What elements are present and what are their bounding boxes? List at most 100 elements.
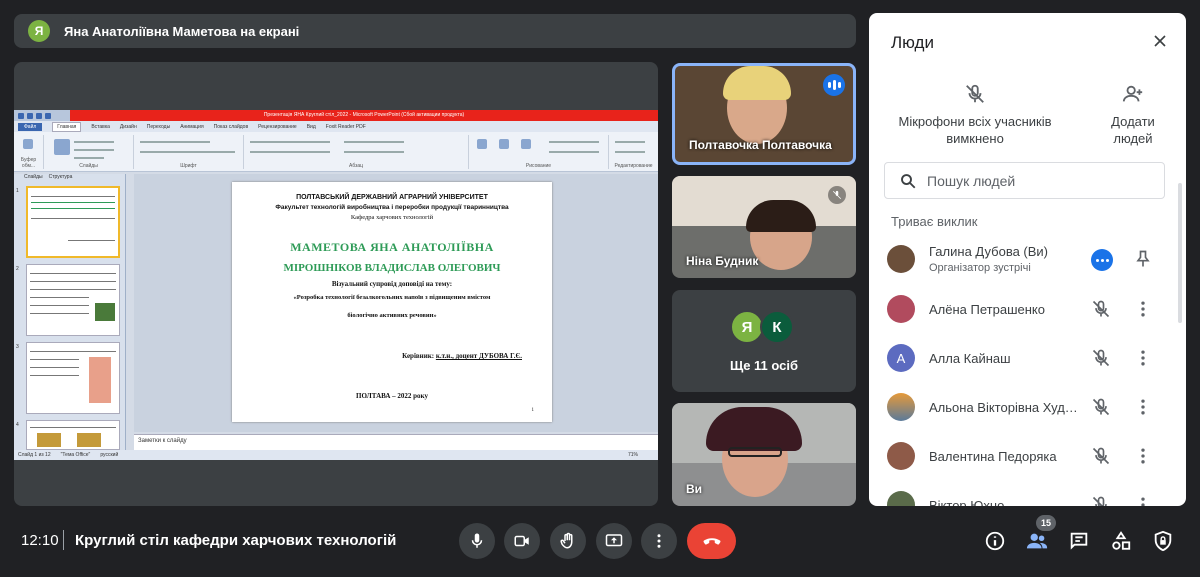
avatar <box>887 491 915 506</box>
more-options-icon[interactable] <box>1133 348 1153 373</box>
bottom-bar: 12:10 Круглий стіл кафедри харчових техн… <box>0 510 1200 577</box>
participant-name: Ніна Будник <box>686 254 759 268</box>
activities-button[interactable] <box>1108 528 1134 554</box>
ppt-status-bar: Слайд 1 из 12 "Тема Office" русский 71% <box>14 450 658 460</box>
presenter-banner: Я Яна Анатоліївна Маметова на екрані <box>14 14 856 48</box>
slide-canvas: ПОЛТАВСЬКИЙ ДЕРЖАВНИЙ АГРАРНИЙ УНІВЕРСИТ… <box>134 174 658 432</box>
more-participants-tile[interactable]: Я К Ще 11 осіб <box>672 290 856 392</box>
ppt-ribbon: Буфер обм... Слайды Шрифт Абзац Рисовани… <box>14 132 658 172</box>
slide-author-2: МІРОШНІКОВ ВЛАДИСЛАВ ОЛЕГОВИЧ <box>283 262 501 274</box>
chat-button[interactable] <box>1066 528 1092 554</box>
meeting-details-button[interactable] <box>982 528 1008 554</box>
more-options-icon[interactable] <box>1133 397 1153 422</box>
participant-tile[interactable]: Ніна Будник <box>672 176 856 278</box>
participant-row[interactable]: Галина Дубова (Ви) Організатор зустрічі <box>869 235 1186 283</box>
leave-call-button[interactable] <box>687 523 736 559</box>
participant-row[interactable]: Валентина Педоряка <box>869 432 1186 480</box>
close-icon[interactable] <box>1150 31 1170 51</box>
speaking-indicator-icon <box>823 74 845 96</box>
presenter-avatar: Я <box>28 20 50 42</box>
ppt-tab: Главная <box>52 121 82 132</box>
avatar <box>887 442 915 470</box>
ppt-tab: Вид <box>306 123 316 130</box>
clock: 12:10 <box>21 532 59 549</box>
ppt-titlebar: Презентація ЯНА Круглий стіл_2022 - Micr… <box>14 110 658 121</box>
people-panel: Люди Мікрофони всіх учасників вимкнено Д… <box>869 13 1186 506</box>
mic-off-icon <box>828 186 846 204</box>
ppt-tab: Дизайн <box>119 123 137 130</box>
section-label: Триває виклик <box>891 214 978 229</box>
ppt-tab: Foxit Reader PDF <box>325 123 366 130</box>
slide-faculty: Факультет технологій виробництва і перер… <box>275 204 509 211</box>
info-icon <box>985 531 1005 551</box>
mute-all-button[interactable]: Мікрофони всіх учасників вимкнено <box>897 83 1053 147</box>
participant-name: Полтавочка Полтавочка <box>689 138 832 152</box>
ppt-tab: Рецензирование <box>258 123 297 130</box>
mic-off-icon <box>966 84 984 103</box>
ppt-tab: Анимация <box>180 123 204 130</box>
chat-icon <box>1070 532 1088 550</box>
powerpoint-window: Презентація ЯНА Круглий стіл_2022 - Micr… <box>14 110 658 460</box>
camera-button[interactable] <box>504 523 540 559</box>
participant-row[interactable]: Алёна Петрашенко <box>869 285 1186 333</box>
panel-scrollbar[interactable] <box>1178 183 1182 323</box>
slide-page-number: 1 <box>531 408 535 413</box>
presentation-stage[interactable]: Презентація ЯНА Круглий стіл_2022 - Micr… <box>14 62 658 506</box>
mic-off-icon <box>1091 495 1111 506</box>
presenter-banner-text: Яна Анатоліївна Маметова на екрані <box>64 23 300 39</box>
more-options-button[interactable] <box>641 523 677 559</box>
people-button[interactable] <box>1024 528 1050 554</box>
ppt-window-title: Презентація ЯНА Круглий стіл_2022 - Micr… <box>70 110 658 121</box>
host-controls-button[interactable] <box>1150 528 1176 554</box>
search-input[interactable]: Пошук людей <box>884 162 1165 199</box>
participant-row[interactable]: Віктор Юхно <box>869 481 1186 506</box>
slide-topic-1: «Розробка технології безалкогольних напо… <box>293 294 491 301</box>
people-count-badge: 15 <box>1036 515 1056 531</box>
camera-icon <box>514 535 529 547</box>
ppt-tab: Файл <box>18 122 43 131</box>
shield-lock-icon <box>1154 530 1172 552</box>
mic-off-icon <box>1091 397 1111 422</box>
slide-subtitle: Візуальний супровід доповіді на тему: <box>331 280 453 288</box>
slide-thumbnail <box>26 342 120 414</box>
participant-row[interactable]: А Алла Кайнаш <box>869 334 1186 382</box>
current-slide: ПОЛТАВСЬКИЙ ДЕРЖАВНИЙ АГРАРНИЙ УНІВЕРСИТ… <box>232 182 552 422</box>
more-options-icon[interactable] <box>1133 299 1153 324</box>
more-participants-count: Ще 11 осіб <box>729 358 799 373</box>
present-icon <box>605 534 623 547</box>
pin-icon[interactable] <box>1133 249 1153 274</box>
avatar: А <box>887 344 915 372</box>
more-vert-icon <box>657 534 661 548</box>
slide-footer: ПОЛТАВА – 2022 року <box>356 392 428 400</box>
add-people-button[interactable]: Додати людей <box>1101 83 1165 147</box>
participant-name: Ви <box>686 482 703 496</box>
more-options-icon[interactable] <box>1133 446 1153 471</box>
avatar: К <box>760 310 794 344</box>
ppt-tab: Переходы <box>146 123 171 130</box>
slide-supervisor: Керівник: к.т.н., доцент ДУБОВА Г.Є. <box>402 352 522 360</box>
mic-button[interactable] <box>459 523 495 559</box>
hand-icon <box>560 532 573 549</box>
slide-thumbnail <box>26 264 120 336</box>
people-icon <box>1026 533 1048 549</box>
mic-icon <box>471 533 483 548</box>
search-icon <box>901 173 916 188</box>
participant-tile[interactable]: Полтавочка Полтавочка <box>672 63 856 165</box>
ppt-tab: Вставка <box>91 123 110 130</box>
raise-hand-button[interactable] <box>550 523 586 559</box>
speaking-indicator-icon <box>1091 249 1113 271</box>
slides-pane: Слайды Структура 1 2 3 4 <box>14 174 126 450</box>
slide-topic-2: біологічно активних речовин» <box>347 312 437 319</box>
slide-thumbnail <box>26 186 120 258</box>
avatar <box>887 393 915 421</box>
present-screen-button[interactable] <box>596 523 632 559</box>
mic-off-icon <box>1091 446 1111 471</box>
panel-title: Люди <box>891 33 934 52</box>
self-view-tile[interactable]: Ви <box>672 403 856 506</box>
slide-department: Кафедра харчових технологій <box>350 214 434 221</box>
ppt-tab: Показ слайдов <box>213 123 249 130</box>
more-options-icon[interactable] <box>1133 495 1153 506</box>
shapes-icon <box>1112 531 1131 550</box>
slide-author-1: МАМЕТОВА ЯНА АНАТОЛІЇВНА <box>290 240 494 254</box>
participant-row[interactable]: Альона Вікторівна Худо... <box>869 383 1186 431</box>
